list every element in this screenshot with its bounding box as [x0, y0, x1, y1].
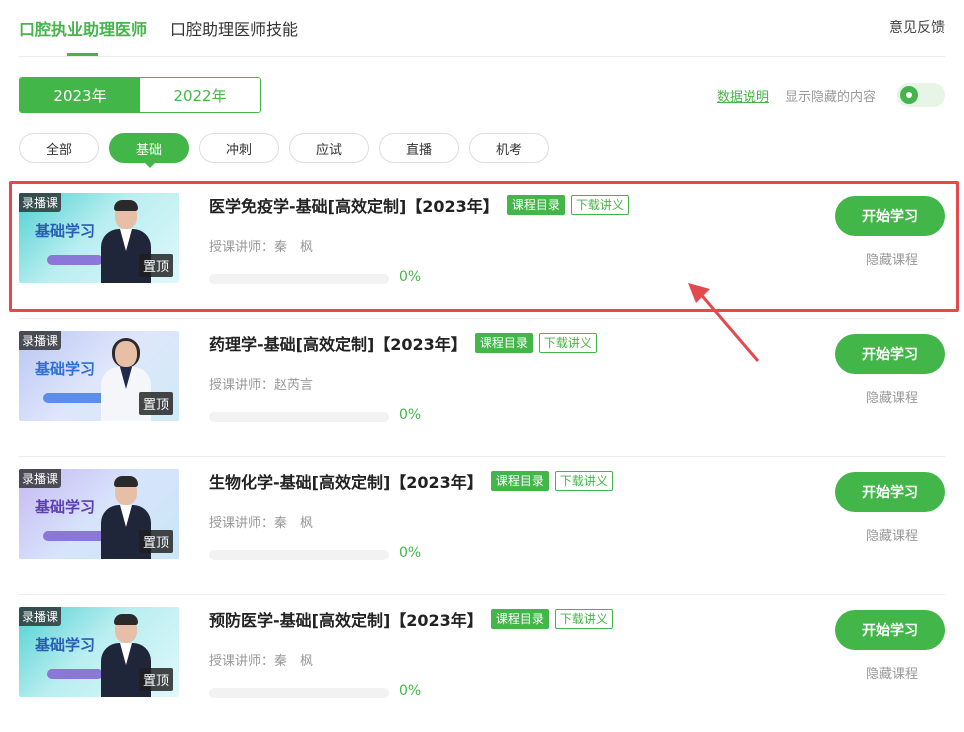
course-thumbnail[interactable]: 基础学习 录播课 置顶 — [19, 469, 179, 559]
teacher-name: 赵芮言 — [274, 378, 314, 393]
teacher-name: 秦 枫 — [274, 654, 314, 669]
course-catalog-tag[interactable]: 课程目录 — [474, 333, 533, 353]
start-learning-button[interactable]: 开始学习 — [835, 472, 945, 512]
start-learning-button[interactable]: 开始学习 — [835, 334, 945, 374]
teacher-label: 授课讲师： — [209, 654, 275, 669]
header-tabs: 口腔执业助理医师 口腔助理医师技能 意见反馈 — [19, 0, 945, 57]
progress-bar — [209, 550, 389, 560]
course-catalog-tag[interactable]: 课程目录 — [490, 609, 549, 629]
filter-exam[interactable]: 应试 — [289, 133, 369, 163]
progress-bar — [209, 412, 389, 422]
progress-percent: 0% — [399, 545, 422, 561]
show-hidden-label: 显示隐藏的内容 — [785, 90, 877, 105]
course-catalog-tag[interactable]: 课程目录 — [490, 471, 549, 491]
thumbnail-title: 基础学习 — [35, 636, 96, 654]
annotation-arrow-icon — [688, 283, 760, 362]
course-title-text[interactable]: 生物化学-基础[高效定制]【2023年】 — [209, 469, 483, 493]
recorded-badge: 录播课 — [19, 469, 62, 488]
course-title-text[interactable]: 药理学-基础[高效定制]【2023年】 — [209, 331, 467, 355]
course-title[interactable]: 预防医学-基础[高效定制]【2023年】 课程目录 下载讲义 — [209, 607, 613, 631]
start-learning-button[interactable]: 开始学习 — [835, 610, 945, 650]
download-notes-tag[interactable]: 下载讲义 — [554, 471, 613, 491]
year-2022-button[interactable]: 2022年 — [140, 78, 260, 112]
progress-bar — [209, 688, 389, 698]
course-title-text[interactable]: 预防医学-基础[高效定制]【2023年】 — [209, 607, 483, 631]
tab-oral-assistant-physician[interactable]: 口腔执业助理医师 — [19, 16, 147, 40]
progress-percent: 0% — [399, 407, 422, 423]
pin-top-button[interactable]: 置顶 — [138, 668, 173, 691]
course-title[interactable]: 药理学-基础[高效定制]【2023年】 课程目录 下载讲义 — [209, 331, 597, 355]
teacher-label: 授课讲师： — [209, 378, 275, 393]
course-thumbnail[interactable]: 基础学习 录播课 置顶 — [19, 331, 179, 421]
pin-top-button[interactable]: 置顶 — [138, 392, 173, 415]
active-tab-indicator — [67, 53, 98, 56]
thumbnail-title: 基础学习 — [35, 360, 96, 378]
download-notes-tag[interactable]: 下载讲义 — [554, 609, 613, 629]
progress-percent: 0% — [399, 683, 422, 699]
toggle-knob — [900, 86, 918, 104]
filter-computer-exam[interactable]: 机考 — [469, 133, 549, 163]
highlight-box — [9, 181, 959, 312]
teacher-name: 秦 枫 — [274, 516, 314, 531]
feedback-link[interactable]: 意见反馈 — [889, 17, 945, 37]
filter-all[interactable]: 全部 — [19, 133, 99, 163]
teacher-line: 授课讲师：秦 枫 — [209, 512, 313, 531]
teacher-line: 授课讲师：赵芮言 — [209, 374, 313, 393]
hide-course-link[interactable]: 隐藏课程 — [866, 663, 918, 682]
course-row: 基础学习 录播课 置顶 预防医学-基础[高效定制]【2023年】 课程目录 下载… — [19, 595, 945, 732]
pin-top-button[interactable]: 置顶 — [138, 530, 173, 553]
download-notes-tag[interactable]: 下载讲义 — [538, 333, 597, 353]
filter-live[interactable]: 直播 — [379, 133, 459, 163]
filter-basic[interactable]: 基础 — [109, 133, 189, 168]
year-2023-button[interactable]: 2023年 — [20, 78, 140, 112]
course-row: 基础学习 录播课 置顶 药理学-基础[高效定制]【2023年】 课程目录 下载讲… — [19, 319, 945, 457]
filter-sprint[interactable]: 冲刺 — [199, 133, 279, 163]
teacher-line: 授课讲师：秦 枫 — [209, 650, 313, 669]
hide-course-link[interactable]: 隐藏课程 — [866, 387, 918, 406]
recorded-badge: 录播课 — [19, 331, 62, 350]
course-title[interactable]: 生物化学-基础[高效定制]【2023年】 课程目录 下载讲义 — [209, 469, 613, 493]
thumbnail-pill — [47, 669, 103, 679]
course-thumbnail[interactable]: 基础学习 录播课 置顶 — [19, 607, 179, 697]
year-switch: 2023年 2022年 — [19, 77, 261, 113]
show-hidden-toggle[interactable] — [897, 83, 945, 107]
hide-course-link[interactable]: 隐藏课程 — [866, 525, 918, 544]
tab-oral-assistant-skills[interactable]: 口腔助理医师技能 — [170, 16, 298, 40]
data-note-link[interactable]: 数据说明 — [717, 86, 769, 105]
course-row: 基础学习 录播课 置顶 生物化学-基础[高效定制]【2023年】 课程目录 下载… — [19, 457, 945, 595]
category-filters: 全部 基础 冲刺 应试 直播 机考 — [19, 133, 559, 168]
thumbnail-title: 基础学习 — [35, 498, 96, 516]
recorded-badge: 录播课 — [19, 607, 62, 626]
teacher-label: 授课讲师： — [209, 516, 275, 531]
